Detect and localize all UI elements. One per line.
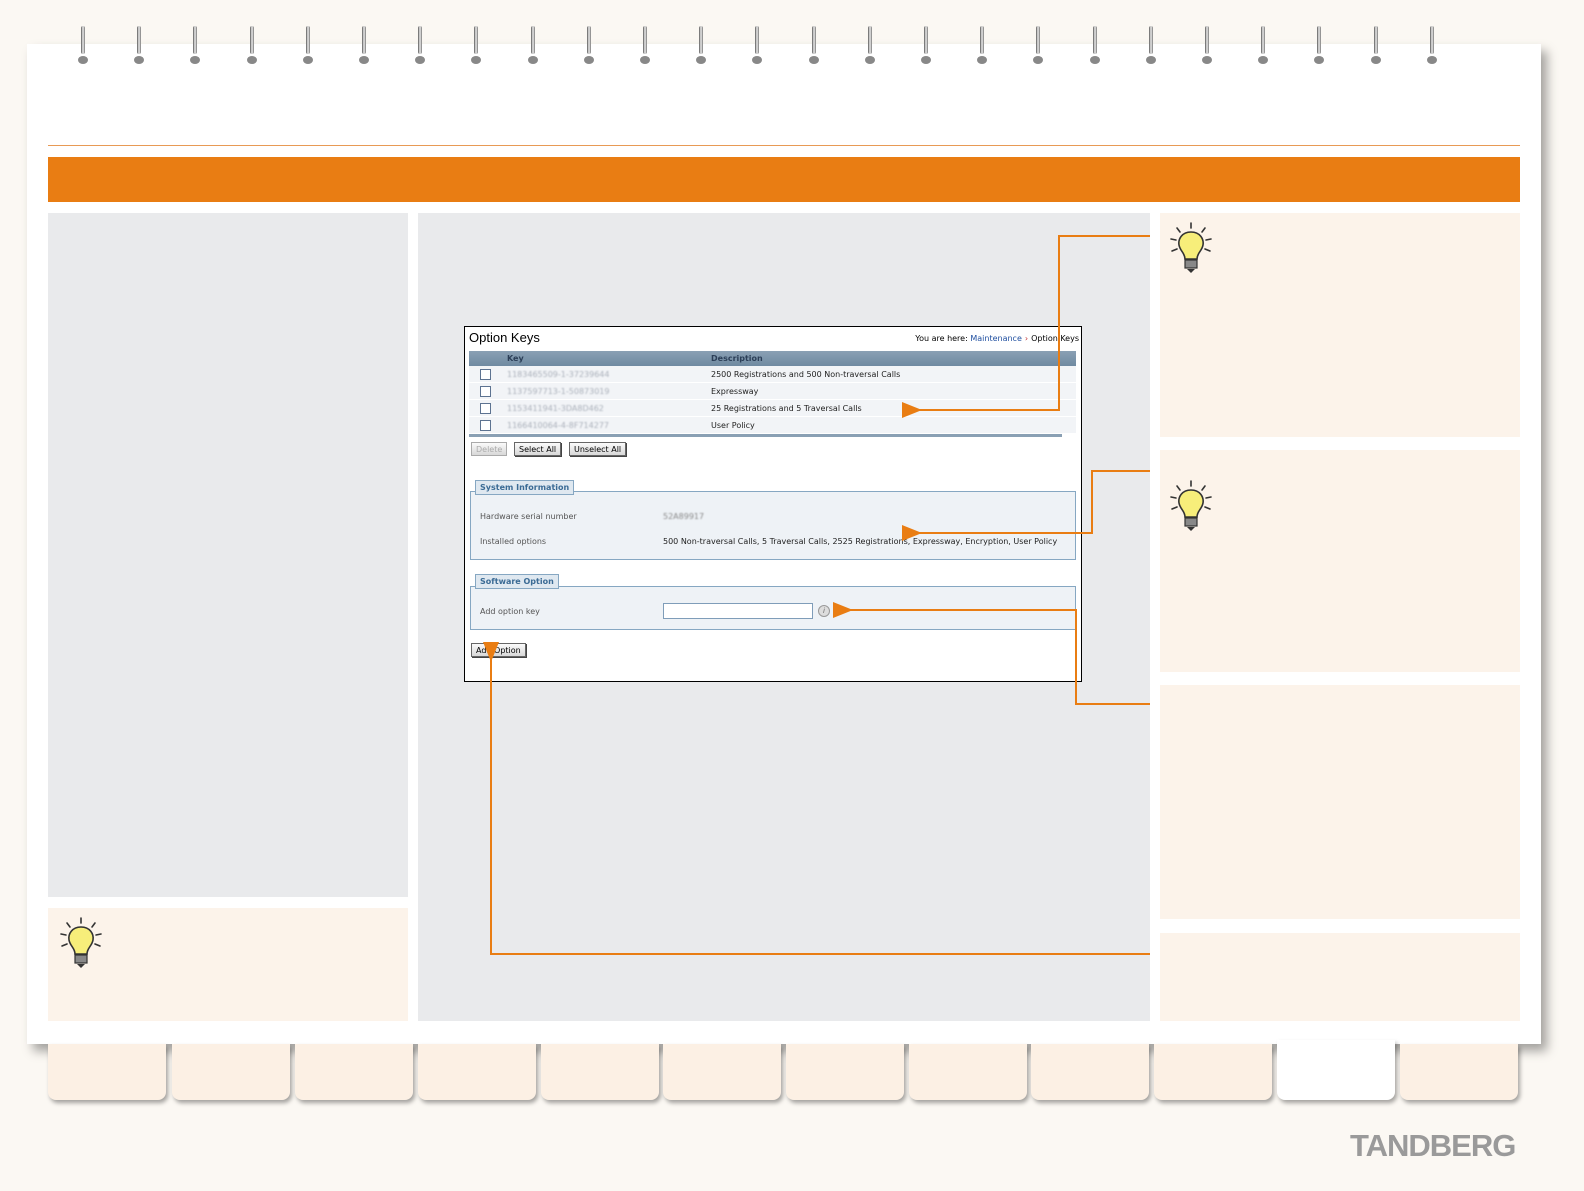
chapter-tab[interactable] [909, 1044, 1027, 1100]
chapter-tab[interactable] [1154, 1044, 1272, 1100]
chapter-tab[interactable] [295, 1044, 413, 1100]
chapter-tab[interactable] [418, 1044, 536, 1100]
callout-line [902, 470, 1150, 541]
callout-line [833, 602, 1150, 705]
tandberg-logo: TANDBERG [1350, 1128, 1516, 1163]
chapter-tab[interactable] [172, 1044, 290, 1100]
callout-lines [483, 235, 1150, 955]
chapter-tab[interactable] [48, 1044, 166, 1100]
chapter-tab[interactable] [663, 1044, 781, 1100]
chapter-tab[interactable] [1031, 1044, 1149, 1100]
chapter-tab[interactable] [1400, 1044, 1518, 1100]
chapter-tab[interactable] [786, 1044, 904, 1100]
chapter-tab-active[interactable] [1277, 1040, 1395, 1100]
callout-line [483, 642, 1150, 955]
chapter-tab[interactable] [541, 1044, 659, 1100]
callout-line [902, 235, 1150, 418]
